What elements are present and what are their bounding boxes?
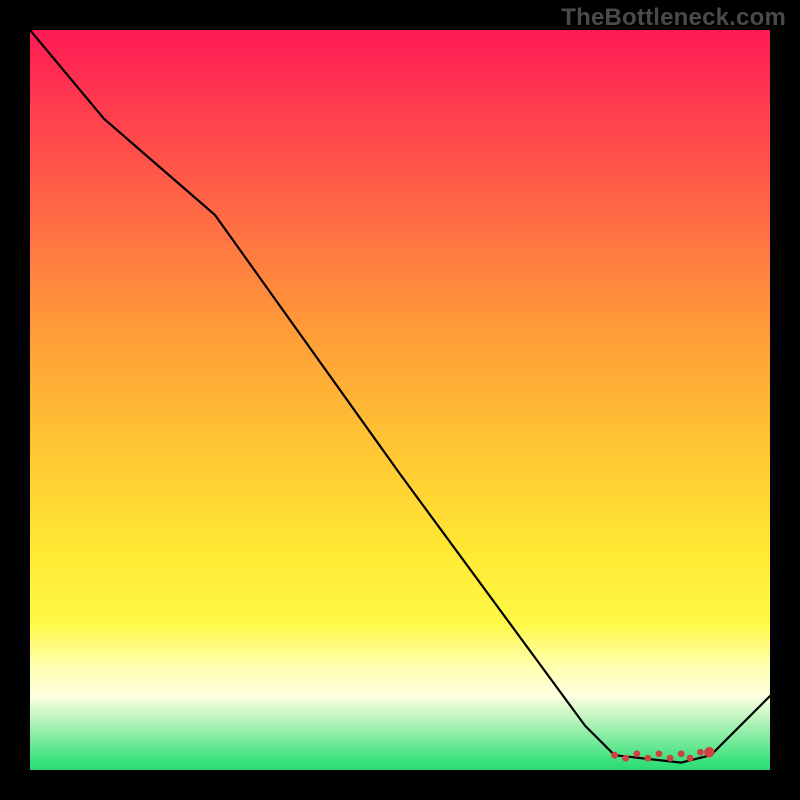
- marker-dot: [645, 755, 652, 762]
- marker-dot: [697, 749, 704, 756]
- marker-dot: [656, 750, 663, 757]
- marker-dot: [633, 750, 640, 757]
- marker-dot: [611, 752, 618, 759]
- watermark-text: TheBottleneck.com: [561, 4, 786, 32]
- marker-dot: [622, 755, 629, 762]
- marker-dot: [687, 755, 694, 762]
- plot-svg: [30, 30, 770, 770]
- chart-frame: TheBottleneck.com: [0, 0, 800, 800]
- marker-dot: [678, 750, 685, 757]
- marker-dot: [704, 747, 714, 757]
- marker-group: [611, 747, 714, 762]
- series-curve: [30, 30, 770, 763]
- plot-area: [30, 30, 770, 770]
- marker-dot: [667, 755, 674, 762]
